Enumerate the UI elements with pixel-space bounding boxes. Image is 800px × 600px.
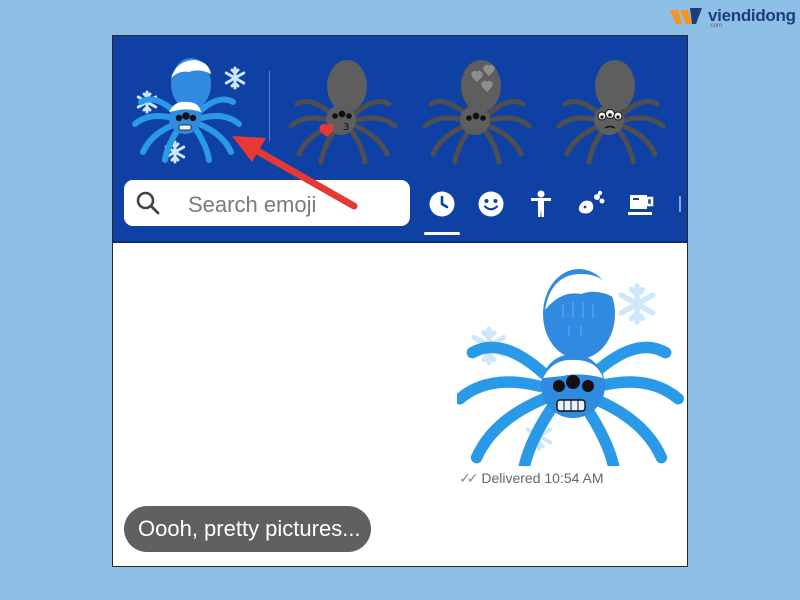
tab-recent[interactable]: [427, 189, 457, 219]
tab-people[interactable]: [526, 189, 556, 219]
delivered-text: Delivered 10:54 AM: [481, 470, 604, 486]
food-cup-icon: [628, 195, 654, 215]
brand-domain: .com: [709, 23, 723, 29]
double-check-icon: ✓✓: [459, 470, 479, 486]
clock-icon: [429, 191, 455, 217]
svg-text:3: 3: [343, 122, 349, 133]
sticker-suggestions-row: 3: [113, 36, 687, 170]
viendidong-logo: viendidong .com: [668, 4, 796, 32]
phone-screen: 3 Search emoji ✓✓ Delivered 10:54 AM Ooo…: [112, 35, 688, 567]
delivery-status: ✓✓ Delivered 10:54 AM: [459, 470, 604, 487]
tab-animals-nature[interactable]: [576, 189, 606, 219]
active-tab-indicator: [424, 232, 460, 235]
smiley-icon: [478, 191, 504, 217]
emoji-sticker-picker: 3 Search emoji: [113, 36, 687, 243]
picker-border: [113, 241, 687, 243]
search-placeholder: Search emoji: [188, 192, 317, 217]
tab-food-drink[interactable]: [626, 189, 656, 219]
tab-overflow-edge: [679, 196, 681, 212]
animals-nature-icon: [578, 190, 605, 214]
spider-heart-eyes-sticker[interactable]: [419, 46, 539, 166]
tab-smileys[interactable]: [476, 189, 506, 219]
sent-frozen-spider-sticker[interactable]: [457, 264, 687, 466]
brand-mark-icon: [670, 8, 702, 24]
sticker-row-divider: [269, 71, 270, 141]
spider-kiss-sticker[interactable]: 3: [285, 46, 405, 166]
incoming-message-bubble[interactable]: Oooh, pretty pictures...: [124, 506, 371, 552]
person-icon: [531, 190, 551, 217]
spider-tearful-sticker[interactable]: [553, 46, 673, 166]
incoming-message-text: Oooh, pretty pictures...: [138, 516, 361, 541]
search-icon: [136, 191, 160, 215]
search-emoji-field[interactable]: Search emoji: [124, 180, 410, 226]
frozen-spider-sticker[interactable]: [127, 46, 247, 166]
